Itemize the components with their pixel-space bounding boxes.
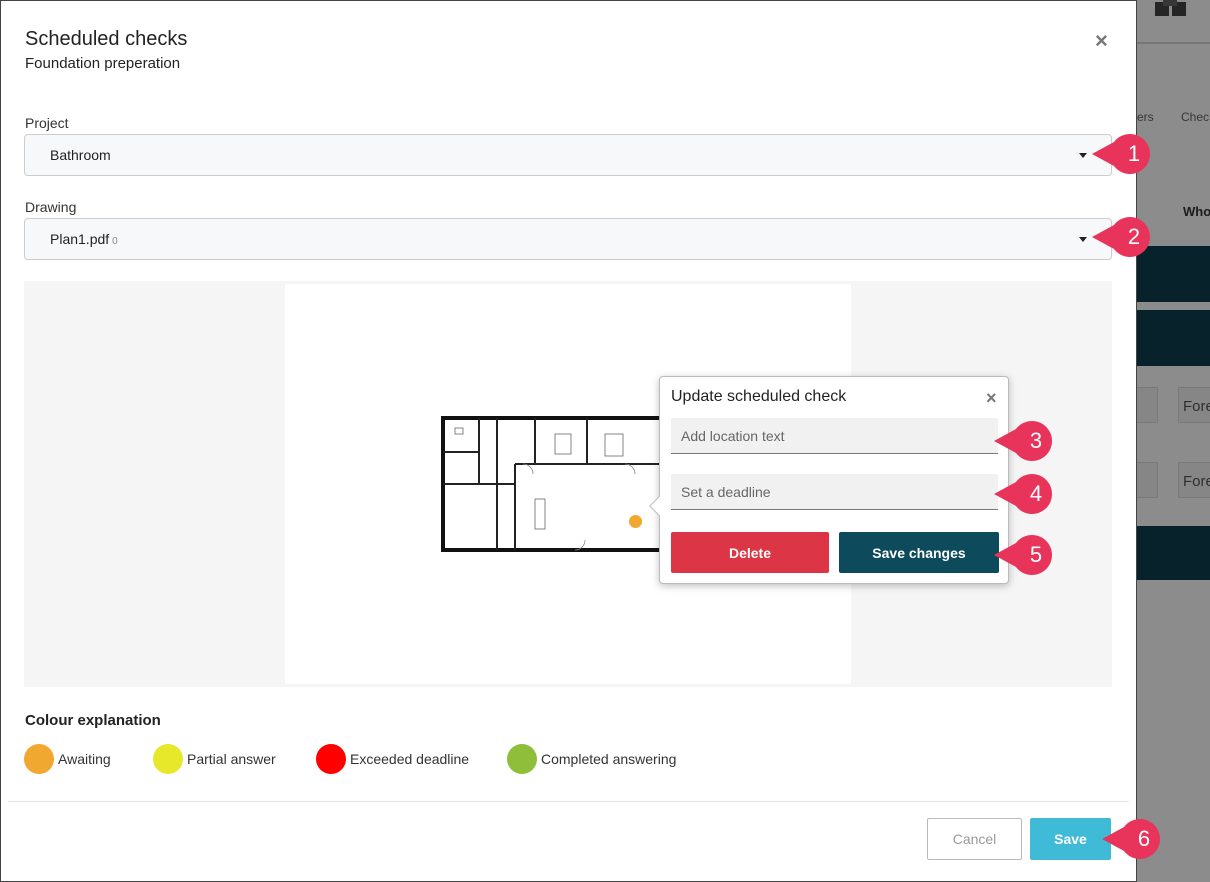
legend-label: Completed answering (541, 751, 677, 767)
close-icon[interactable]: × (1095, 28, 1108, 54)
legend-item-partial: Partial answer (153, 744, 276, 774)
check-location-marker[interactable] (629, 515, 642, 528)
callout-badge: 4 (992, 472, 1058, 516)
callout-number: 6 (1137, 826, 1151, 851)
project-select[interactable]: Bathroom (24, 134, 1112, 176)
awaiting-color-dot (24, 744, 54, 774)
modal-title: Scheduled checks (25, 28, 188, 50)
project-label: Project (25, 115, 69, 131)
drawing-select-value: Plan1.pdf 0 (50, 231, 118, 247)
floor-plan-image (441, 416, 663, 552)
legend-item-completed: Completed answering (507, 744, 676, 774)
drawing-file-name: Plan1.pdf (50, 231, 110, 247)
project-select-value: Bathroom (50, 147, 111, 163)
cancel-button[interactable]: Cancel (927, 818, 1022, 860)
footer-divider (8, 801, 1129, 802)
callout-number: 4 (1029, 481, 1043, 506)
modal-subtitle: Foundation preperation (25, 55, 181, 72)
callout-number: 3 (1029, 428, 1043, 453)
caret-down-icon (1079, 237, 1087, 242)
completed-color-dot (507, 744, 537, 774)
legend-item-exceeded: Exceeded deadline (316, 744, 469, 774)
callout-badge: 3 (992, 419, 1058, 463)
drawing-label: Drawing (25, 199, 77, 215)
save-changes-button[interactable]: Save changes (839, 532, 999, 573)
callout-badge: 2 (1090, 215, 1156, 259)
popup-title: Update scheduled check (671, 388, 847, 405)
update-check-popup: Update scheduled check × Delete Save cha… (649, 376, 1009, 584)
scheduled-checks-modal: Scheduled checks Foundation preperation … (0, 0, 1137, 882)
legend-item-awaiting: Awaiting (24, 744, 111, 774)
callout-badge: 1 (1090, 132, 1156, 176)
location-text-input[interactable] (671, 418, 998, 454)
legend-label: Awaiting (58, 751, 111, 767)
callout-number: 5 (1029, 542, 1043, 567)
close-icon[interactable]: × (986, 388, 997, 409)
delete-button[interactable]: Delete (671, 532, 829, 573)
drawing-count: 0 (112, 236, 118, 247)
callout-badge: 6 (1100, 817, 1166, 861)
drawing-select[interactable]: Plan1.pdf 0 (24, 218, 1112, 260)
callout-badge: 5 (992, 533, 1058, 577)
partial-answer-color-dot (153, 744, 183, 774)
caret-down-icon (1079, 153, 1087, 158)
legend-title: Colour explanation (25, 712, 161, 729)
legend-label: Exceeded deadline (350, 751, 470, 767)
legend-label: Partial answer (187, 751, 276, 767)
exceeded-deadline-color-dot (316, 744, 346, 774)
callout-number: 1 (1127, 141, 1141, 166)
save-button[interactable]: Save (1030, 818, 1111, 860)
deadline-input[interactable] (671, 474, 998, 510)
callout-number: 2 (1127, 224, 1141, 249)
